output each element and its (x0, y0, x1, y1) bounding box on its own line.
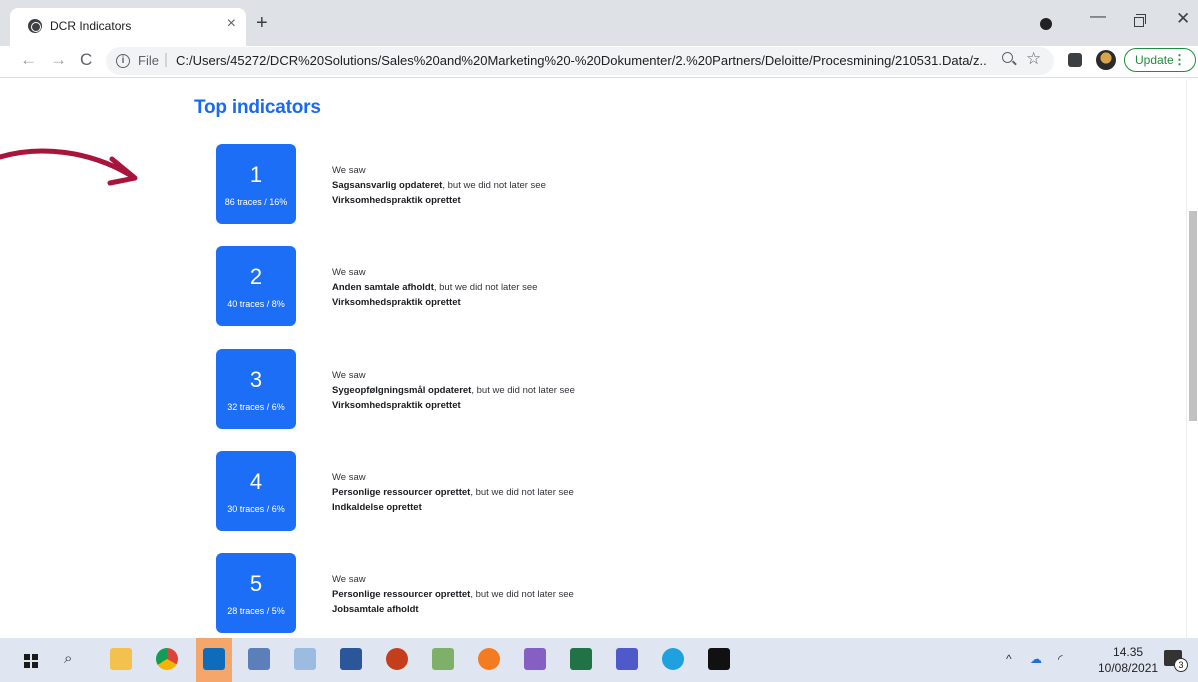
close-window-button[interactable]: ✕ (1176, 9, 1190, 29)
indicator-intro: We saw (332, 574, 366, 585)
indicator-stats: 40 traces / 8% (227, 299, 285, 309)
back-icon[interactable]: ← (20, 50, 37, 70)
excel-icon[interactable] (570, 648, 592, 670)
zoom-icon[interactable] (1002, 52, 1013, 63)
page-viewport: Top indicators 1 86 traces / 16% We saw … (0, 79, 1198, 638)
url-scheme: File (138, 53, 159, 68)
chevron-up-icon[interactable]: ^ (1006, 652, 1012, 666)
file-explorer-icon[interactable] (110, 648, 132, 670)
edge-icon[interactable] (662, 648, 684, 670)
indicator-description: We saw Personlige ressourcer oprettet, b… (332, 470, 574, 515)
indicator-rank: 1 (249, 162, 263, 187)
snipping-icon[interactable] (294, 648, 316, 670)
word-icon[interactable] (340, 648, 362, 670)
teams-icon[interactable] (616, 648, 638, 670)
outlook-icon[interactable] (203, 648, 225, 670)
indicator-description: We saw Personlige ressourcer oprettet, b… (332, 572, 574, 617)
address-bar[interactable]: i File | C:/Users/45272/DCR%20Solutions/… (106, 47, 1054, 75)
annotation-arrow-icon (0, 148, 138, 186)
indicator-event: Personlige ressourcer oprettet (332, 487, 471, 498)
wifi-icon[interactable]: ◜ (1058, 652, 1063, 666)
extensions-puzzle-icon[interactable] (1068, 53, 1082, 67)
indicator-connector: , but we did not later see (470, 589, 574, 600)
url-text[interactable]: C:/Users/45272/DCR%20Solutions/Sales%20a… (176, 53, 986, 68)
indicator-description: We saw Sygeopfølgningsmål opdateret, but… (332, 368, 575, 413)
record-icon[interactable] (1040, 18, 1052, 30)
update-label: Update (1135, 53, 1174, 67)
indicator-card[interactable]: 1 86 traces / 16% (216, 144, 296, 224)
indicator-intro: We saw (332, 165, 366, 176)
indicator-connector: , but we did not later see (442, 180, 546, 191)
tab-strip: DCR Indicators × + — ✕ (0, 0, 1198, 46)
indicator-intro: We saw (332, 472, 366, 483)
safari-style-icon[interactable] (478, 648, 500, 670)
indicator-missing-event: Jobsamtale afholdt (332, 604, 419, 615)
indicator-event: Sagsansvarlig opdateret (332, 180, 443, 191)
indicator-connector: , but we did not later see (471, 385, 575, 396)
indicator-card[interactable]: 2 40 traces / 8% (216, 246, 296, 326)
update-button[interactable]: Update ⋮ (1124, 48, 1196, 72)
indicator-missing-event: Virksomhedspraktik oprettet (332, 297, 461, 308)
indicator-missing-event: Virksomhedspraktik oprettet (332, 400, 461, 411)
indicator-stats: 86 traces / 16% (224, 197, 288, 207)
indicator-event: Sygeopfølgningsmål opdateret (332, 385, 472, 396)
indicator-stats: 30 traces / 6% (227, 504, 285, 514)
clock[interactable]: 14.35 10/08/2021 (1098, 644, 1158, 676)
tab-dcr-indicators[interactable]: DCR Indicators × (10, 8, 246, 46)
close-tab-icon[interactable]: × (227, 16, 236, 32)
windows-start-icon[interactable] (24, 654, 38, 668)
search-icon[interactable]: ⌕ (64, 650, 72, 667)
image-app-icon[interactable] (432, 648, 454, 670)
indicator-card[interactable]: 3 32 traces / 6% (216, 349, 296, 429)
indicator-event: Personlige ressourcer oprettet (332, 589, 471, 600)
notification-count: 3 (1174, 658, 1188, 672)
minimize-button[interactable]: — (1090, 8, 1106, 26)
visual-studio-icon[interactable] (524, 648, 546, 670)
restore-button[interactable] (1134, 14, 1146, 27)
onedrive-icon[interactable]: ☁ (1030, 652, 1042, 666)
terminal-icon[interactable] (708, 648, 730, 670)
indicator-stats: 32 traces / 6% (227, 402, 285, 412)
indicator-card[interactable]: 5 28 traces / 5% (216, 553, 296, 633)
vertical-scrollbar[interactable] (1186, 79, 1198, 638)
indicator-stats: 28 traces / 5% (227, 606, 285, 616)
bookmark-star-icon[interactable]: ☆ (1026, 49, 1041, 69)
indicator-connector: , but we did not later see (470, 487, 574, 498)
indicator-connector: , but we did not later see (433, 282, 538, 293)
url-separator: | (164, 51, 168, 68)
taskbar: ⌕ ^ ☁ ◜ 14.35 10/08/2021 3 (0, 638, 1198, 682)
indicator-missing-event: Indkaldelse oprettet (332, 502, 422, 513)
indicator-rank: 4 (249, 469, 263, 494)
indicator-description: We saw Anden samtale afholdt, but we did… (332, 265, 537, 310)
indicator-card[interactable]: 4 30 traces / 6% (216, 451, 296, 531)
indicator-event: Anden samtale afholdt (332, 282, 434, 293)
indicator-rank: 2 (249, 264, 263, 289)
browser-toolbar: ← → C i File | C:/Users/45272/DCR%20Solu… (0, 46, 1198, 78)
globe-icon (28, 19, 42, 33)
new-tab-button[interactable]: + (256, 13, 268, 33)
indicator-rank: 5 (249, 571, 263, 596)
indicator-description: We saw Sagsansvarlig opdateret, but we d… (332, 163, 546, 208)
clock-date: 10/08/2021 (1098, 661, 1159, 675)
app-icon[interactable] (248, 648, 270, 670)
scrollbar-thumb[interactable] (1189, 211, 1197, 421)
page-title: Top indicators (194, 97, 321, 118)
info-icon[interactable]: i (116, 54, 130, 68)
forward-icon[interactable]: → (50, 50, 67, 70)
indicator-rank: 3 (249, 367, 263, 392)
profile-avatar[interactable] (1096, 50, 1116, 70)
chrome-icon[interactable] (156, 648, 178, 670)
tab-title: DCR Indicators (50, 19, 132, 33)
indicator-missing-event: Virksomhedspraktik oprettet (332, 195, 461, 206)
indicator-intro: We saw (332, 370, 366, 381)
indicator-intro: We saw (332, 267, 366, 278)
powerpoint-icon[interactable] (386, 648, 408, 670)
reload-icon[interactable]: C (80, 50, 92, 70)
clock-time: 14.35 (1113, 645, 1144, 659)
menu-dots-icon[interactable]: ⋮ (1173, 52, 1186, 68)
